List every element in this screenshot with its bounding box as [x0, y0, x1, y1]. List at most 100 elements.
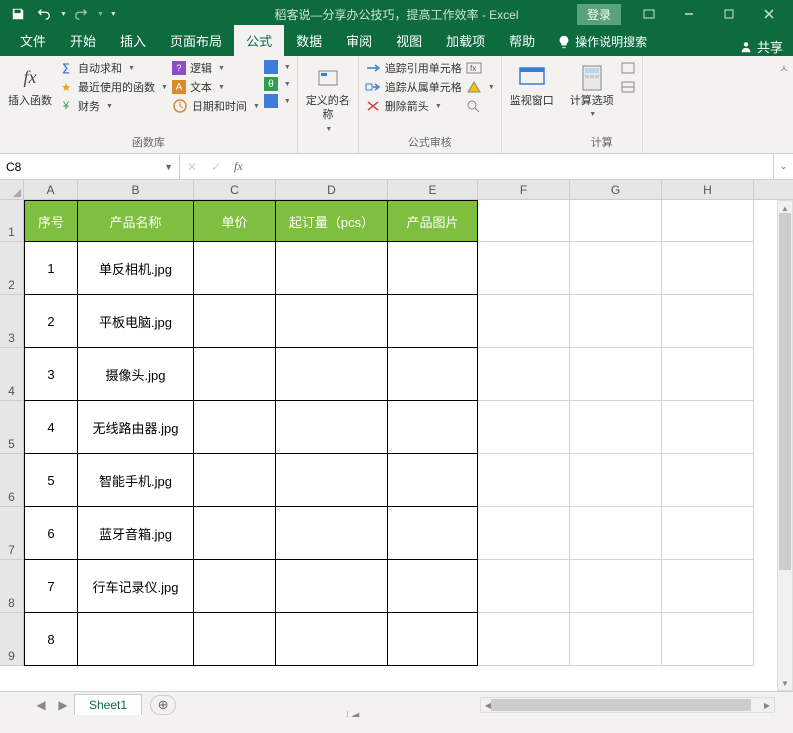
cell-g5[interactable] — [570, 401, 662, 454]
calc-options-button[interactable]: 计算选项 ▼ — [568, 60, 616, 119]
calc-now-button[interactable] — [620, 60, 636, 76]
hscroll-thumb[interactable] — [491, 699, 751, 711]
save-button[interactable] — [6, 2, 30, 26]
math-button[interactable]: θ▼ — [264, 77, 291, 91]
datetime-button[interactable]: 日期和时间▼ — [172, 98, 260, 114]
horizontal-scrollbar[interactable]: ◀ ▶ — [480, 697, 775, 713]
new-sheet-button[interactable]: ⊕ — [150, 695, 176, 715]
watch-window-button[interactable]: 监视窗口 — [508, 60, 556, 108]
financial-button[interactable]: ¥财务▼ — [58, 98, 168, 114]
undo-dropdown[interactable]: ▼ — [60, 11, 67, 18]
cell-e7[interactable] — [388, 507, 478, 560]
cell-d6[interactable] — [276, 454, 388, 507]
share-button[interactable]: 共享 — [739, 37, 783, 56]
cell-b3[interactable]: 平板电脑.jpg — [78, 295, 194, 348]
qat-customize[interactable]: ▼ — [110, 11, 117, 18]
tab-view[interactable]: 视图 — [384, 25, 434, 56]
formula-bar-expand[interactable]: ⌄ — [773, 154, 793, 179]
cell-a5[interactable]: 4 — [24, 401, 78, 454]
ribbon-display-button[interactable] — [629, 0, 669, 28]
cell-d2[interactable] — [276, 242, 388, 295]
cell-b9[interactable] — [78, 613, 194, 666]
cell-e4[interactable] — [388, 348, 478, 401]
tab-data[interactable]: 数据 — [284, 25, 334, 56]
cell-b8[interactable]: 行车记录仪.jpg — [78, 560, 194, 613]
cell-a4[interactable]: 3 — [24, 348, 78, 401]
minimize-button[interactable] — [669, 0, 709, 28]
col-header-e[interactable]: E — [388, 180, 478, 199]
cell-e5[interactable] — [388, 401, 478, 454]
col-header-h[interactable]: H — [662, 180, 754, 199]
cell-h3[interactable] — [662, 295, 754, 348]
close-button[interactable] — [749, 0, 789, 28]
row-header-6[interactable]: 6 — [0, 454, 24, 507]
cell-d8[interactable] — [276, 560, 388, 613]
tab-file[interactable]: 文件 — [8, 25, 58, 56]
cell-f8[interactable] — [478, 560, 570, 613]
cell-d9[interactable] — [276, 613, 388, 666]
cell-g1[interactable] — [570, 200, 662, 242]
cell-g8[interactable] — [570, 560, 662, 613]
row-header-1[interactable]: 1 — [0, 200, 24, 242]
cell-a1[interactable]: 序号 — [24, 200, 78, 242]
cell-d7[interactable] — [276, 507, 388, 560]
cell-h9[interactable] — [662, 613, 754, 666]
name-box[interactable]: C8 ▼ — [0, 154, 180, 179]
cell-d4[interactable] — [276, 348, 388, 401]
cell-g3[interactable] — [570, 295, 662, 348]
cell-g7[interactable] — [570, 507, 662, 560]
cancel-formula-button[interactable]: ✕ — [180, 160, 204, 174]
cell-g6[interactable] — [570, 454, 662, 507]
cell-e9[interactable] — [388, 613, 478, 666]
col-header-a[interactable]: A — [24, 180, 78, 199]
cell-a2[interactable]: 1 — [24, 242, 78, 295]
scroll-down-button[interactable]: ▼ — [778, 676, 792, 690]
cell-f3[interactable] — [478, 295, 570, 348]
row-header-3[interactable]: 3 — [0, 295, 24, 348]
cell-f1[interactable] — [478, 200, 570, 242]
vertical-scrollbar[interactable]: ▲ ▼ — [777, 200, 793, 691]
trace-precedents-button[interactable]: 追踪引用单元格 — [365, 60, 462, 76]
trace-dependents-button[interactable]: 追踪从属单元格 — [365, 79, 462, 95]
cell-c8[interactable] — [194, 560, 276, 613]
cell-a9[interactable]: 8 — [24, 613, 78, 666]
more-functions-button[interactable]: ▼ — [264, 94, 291, 108]
cell-d5[interactable] — [276, 401, 388, 454]
cell-f7[interactable] — [478, 507, 570, 560]
autosum-button[interactable]: ∑自动求和▼ — [58, 60, 168, 76]
cell-g9[interactable] — [570, 613, 662, 666]
row-header-7[interactable]: 7 — [0, 507, 24, 560]
row-header-4[interactable]: 4 — [0, 348, 24, 401]
tab-review[interactable]: 审阅 — [334, 25, 384, 56]
error-check-button[interactable]: ▼ — [466, 79, 495, 95]
cell-f2[interactable] — [478, 242, 570, 295]
logical-button[interactable]: ?逻辑▼ — [172, 60, 260, 76]
fx-icon[interactable]: fx — [228, 159, 249, 174]
cell-b4[interactable]: 摄像头.jpg — [78, 348, 194, 401]
cell-e2[interactable] — [388, 242, 478, 295]
vscroll-thumb[interactable] — [779, 213, 791, 570]
recently-used-button[interactable]: ★最近使用的函数▼ — [58, 79, 168, 95]
cell-a7[interactable]: 6 — [24, 507, 78, 560]
col-header-b[interactable]: B — [78, 180, 194, 199]
scroll-right-button[interactable]: ▶ — [760, 698, 774, 712]
col-header-g[interactable]: G — [570, 180, 662, 199]
name-box-dropdown[interactable]: ▼ — [164, 162, 173, 172]
cell-e3[interactable] — [388, 295, 478, 348]
cell-c9[interactable] — [194, 613, 276, 666]
col-header-c[interactable]: C — [194, 180, 276, 199]
cell-c3[interactable] — [194, 295, 276, 348]
cell-b1[interactable]: 产品名称 — [78, 200, 194, 242]
cell-a6[interactable]: 5 — [24, 454, 78, 507]
redo-dropdown[interactable]: ▼ — [97, 11, 104, 18]
cell-c2[interactable] — [194, 242, 276, 295]
cell-e8[interactable] — [388, 560, 478, 613]
cell-b6[interactable]: 智能手机.jpg — [78, 454, 194, 507]
calc-sheet-button[interactable] — [620, 79, 636, 95]
ribbon-collapse-button[interactable]: ㅅ — [779, 60, 789, 76]
cell-h4[interactable] — [662, 348, 754, 401]
login-button[interactable]: 登录 — [577, 4, 621, 25]
enter-formula-button[interactable]: ✓ — [204, 160, 228, 174]
tab-pagelayout[interactable]: 页面布局 — [158, 25, 234, 56]
insert-function-button[interactable]: fx 插入函数 — [6, 60, 54, 108]
